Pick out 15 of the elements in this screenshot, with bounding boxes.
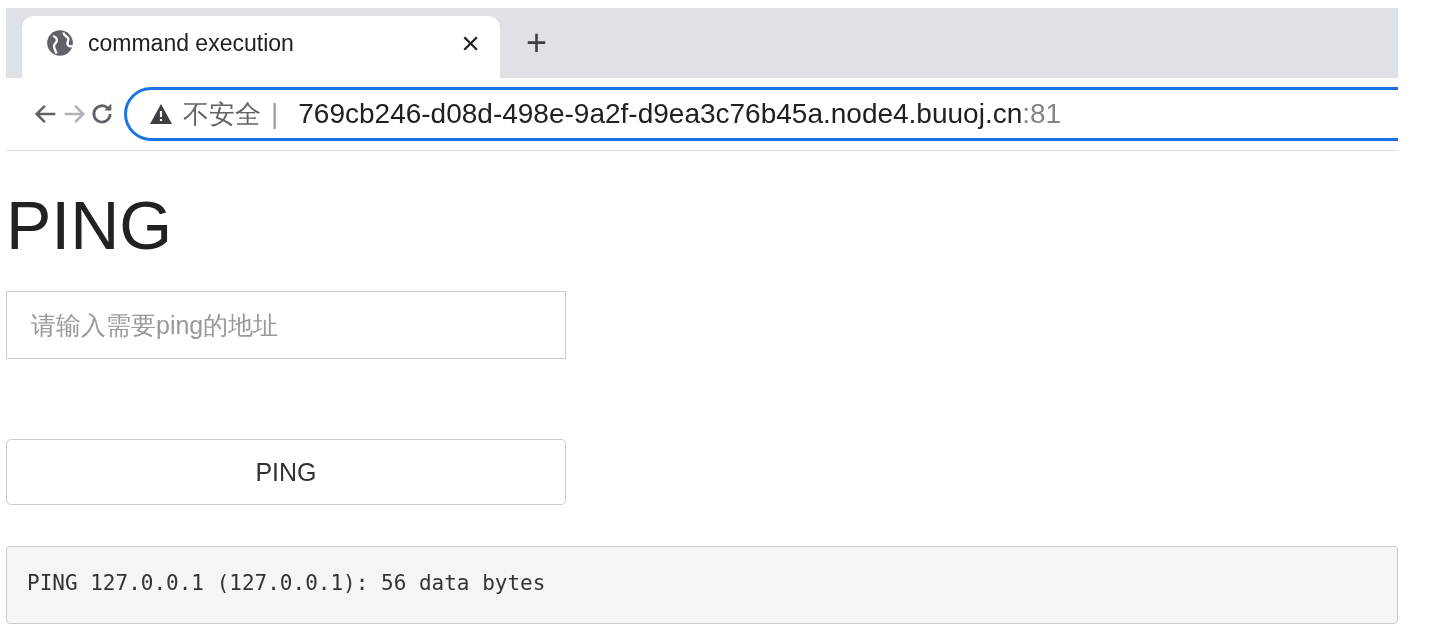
tab-title: command execution: [88, 29, 295, 57]
security-label: 不安全: [183, 97, 261, 131]
url-port: :81: [1022, 98, 1062, 130]
address-input[interactable]: 请输入需要ping的地址: [6, 291, 566, 359]
warning-icon: [149, 103, 173, 125]
address-bar[interactable]: 不安全 | 769cb246-d08d-498e-9a2f-d9ea3c76b45a.node4.buuoj.cn:81: [124, 87, 1398, 141]
browser-tab[interactable]: command execution ×: [22, 16, 500, 78]
ping-button[interactable]: PING: [6, 439, 566, 505]
separator: |: [271, 98, 279, 130]
close-tab-button[interactable]: ×: [461, 24, 480, 62]
page-heading: PING: [6, 186, 174, 265]
globe-icon: [46, 29, 74, 57]
url-host: 769cb246-d08d-498e-9a2f-d9ea3c76b45a.node4.buuoj.cn: [298, 98, 1023, 130]
output-text: PING 127.0.0.1 (127.0.0.1): 56 data bytes: [6, 546, 1398, 624]
new-tab-button[interactable]: +: [526, 22, 548, 64]
